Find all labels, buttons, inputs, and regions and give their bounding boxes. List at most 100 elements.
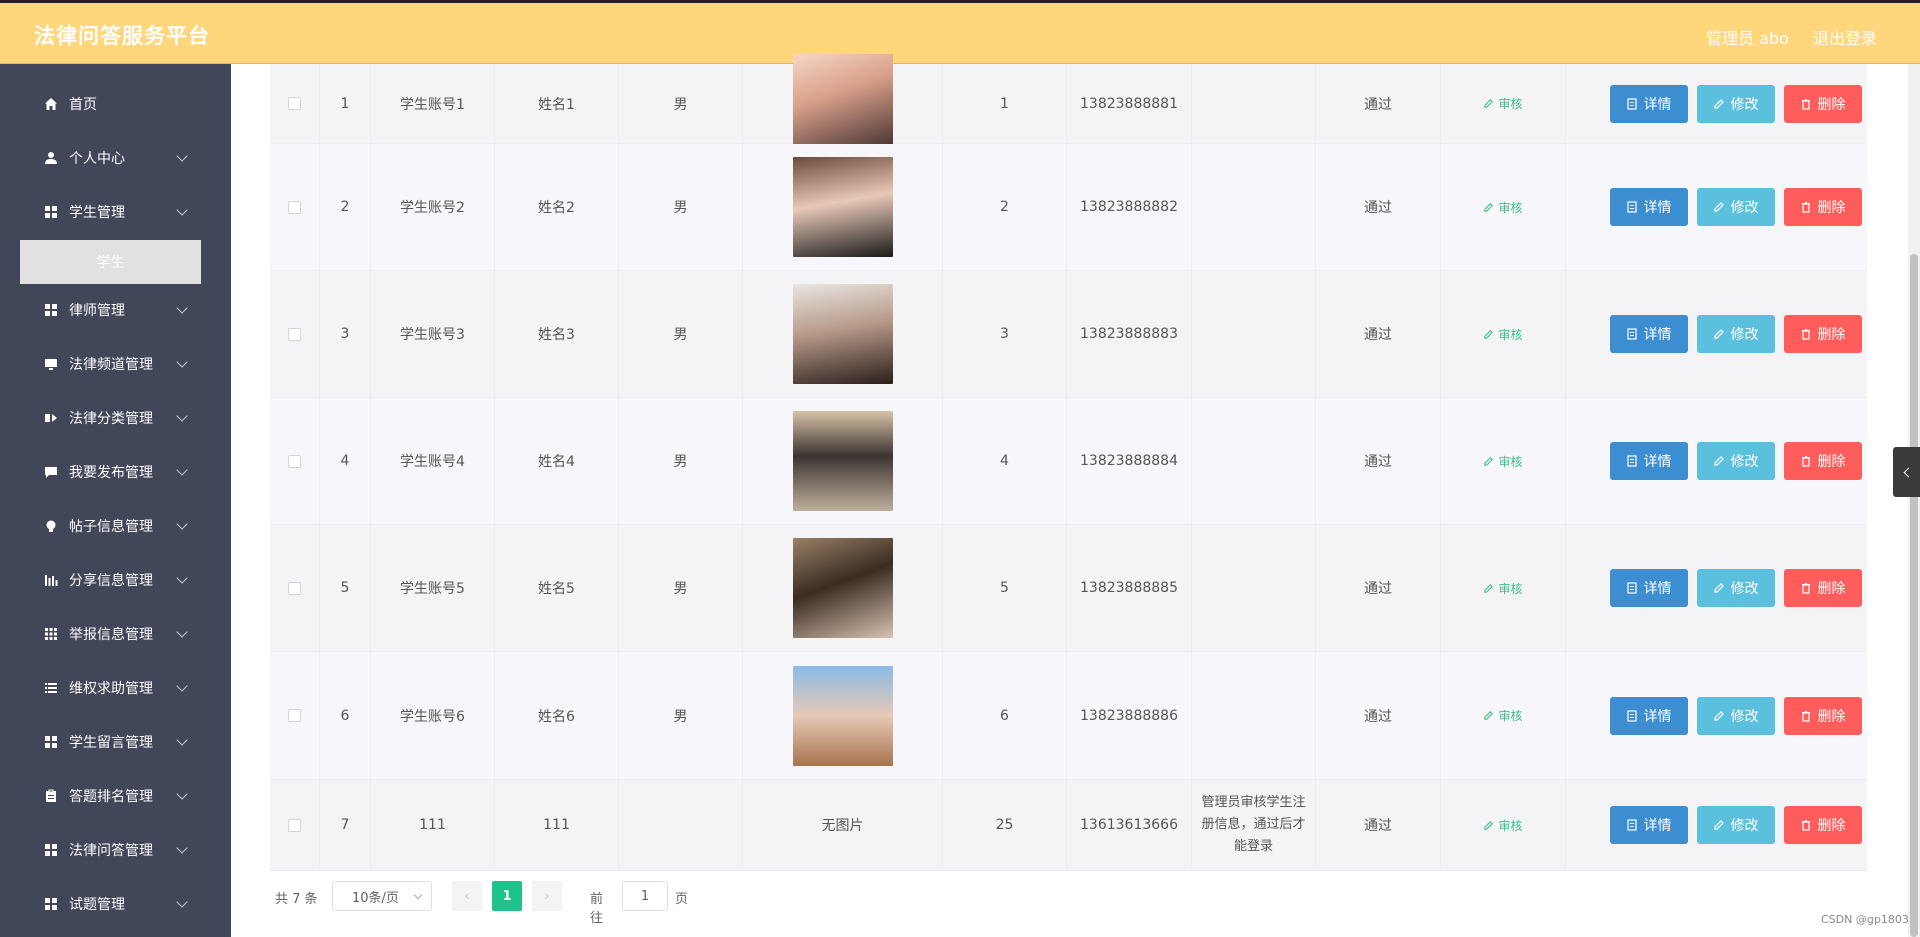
student-phone: 13823888883	[1080, 326, 1178, 342]
trash-icon	[1801, 202, 1810, 213]
delete-button[interactable]: 删除	[1783, 806, 1862, 844]
detail-button-label: 详情	[1643, 818, 1672, 834]
row-checkbox[interactable]	[288, 818, 301, 832]
row-checkbox[interactable]	[288, 200, 301, 214]
audit-link[interactable]: 审核	[1483, 199, 1523, 216]
sidebar-item-label: 帖子信息管理	[69, 519, 153, 535]
sidebar-subitem-student[interactable]: 学生	[20, 240, 201, 284]
student-phone: 13823888881	[1080, 95, 1178, 112]
edit-button[interactable]: 修改	[1696, 84, 1775, 123]
edit-button[interactable]: 修改	[1696, 569, 1775, 607]
row-action-buttons: 详情 修改 删除	[1609, 569, 1870, 607]
audit-link[interactable]: 审核	[1483, 817, 1523, 834]
page-size-select[interactable]: 10条/页	[332, 881, 432, 911]
row-checkbox[interactable]	[288, 709, 301, 722]
delete-button[interactable]: 删除	[1783, 442, 1862, 480]
row-actions-cell: 详情 修改 删除	[1566, 780, 1867, 870]
sidebar-item-posts[interactable]: 帖子信息管理	[0, 506, 231, 546]
trash-icon	[1801, 583, 1810, 594]
detail-button[interactable]: 详情	[1609, 84, 1688, 123]
student-name: 姓名6	[538, 708, 575, 725]
scrollbar-thumb[interactable]	[1910, 254, 1918, 937]
student-photo	[792, 665, 893, 766]
detail-button[interactable]: 详情	[1609, 569, 1688, 607]
vertical-scrollbar[interactable]	[1908, 64, 1920, 937]
sidebar-item-reports[interactable]: 举报信息管理	[0, 614, 231, 654]
audit-link[interactable]: 审核	[1483, 326, 1523, 343]
side-collapse-tab[interactable]	[1893, 447, 1920, 497]
sidebar-item-questions[interactable]: 试题管理	[0, 884, 231, 924]
detail-button[interactable]: 详情	[1609, 315, 1688, 353]
total-count: 共 7 条	[275, 892, 318, 907]
table-row: 3 学生账号3 姓名3 男 3 13823888883 通过 审核 详情 修改 删除	[270, 271, 1867, 398]
sidebar-item-quiz-ranking[interactable]: 答题排名管理	[0, 776, 231, 816]
student-photo	[792, 284, 893, 384]
detail-button[interactable]: 详情	[1609, 442, 1688, 480]
sidebar-item-student-messages[interactable]: 学生留言管理	[0, 722, 231, 762]
delete-button[interactable]: 删除	[1783, 315, 1862, 353]
detail-button[interactable]: 详情	[1609, 806, 1688, 844]
sidebar-item-lawyers[interactable]: 律师管理	[0, 290, 231, 330]
audit-link[interactable]: 审核	[1483, 580, 1523, 597]
row-checkbox[interactable]	[288, 327, 301, 341]
edit-button[interactable]: 修改	[1696, 188, 1775, 226]
edit-button[interactable]: 修改	[1696, 442, 1775, 480]
row-action-buttons: 详情 修改 删除	[1609, 188, 1870, 226]
audit-link[interactable]: 审核	[1483, 453, 1523, 470]
edit-button-label: 修改	[1730, 200, 1759, 216]
chevron-down-icon	[176, 302, 188, 314]
sidebar-item-rights-help[interactable]: 维权求助管理	[0, 668, 231, 708]
app-title: 法律问答服务平台	[34, 24, 210, 48]
pencil-icon	[1713, 456, 1724, 466]
audit-link-label: 审核	[1498, 818, 1523, 833]
audit-status-cell: 通过	[1316, 780, 1441, 870]
sidebar-item-label: 学生管理	[69, 205, 125, 221]
row-checkbox[interactable]	[288, 454, 301, 468]
student-photo-cell	[743, 271, 943, 397]
edit-button[interactable]: 修改	[1696, 315, 1775, 353]
logout-link[interactable]: 退出登录	[1813, 25, 1877, 49]
goto-prefix: 前往	[590, 892, 604, 926]
student-name: 111	[543, 817, 570, 833]
row-checkbox[interactable]	[288, 97, 301, 110]
delete-button-label: 删除	[1817, 96, 1846, 113]
sidebar-item-publish[interactable]: 我要发布管理	[0, 452, 231, 492]
student-name: 姓名3	[538, 327, 575, 343]
sidebar-item-home[interactable]: 首页	[0, 84, 231, 124]
next-page-button[interactable]: ›	[532, 881, 562, 911]
sidebar-item-students[interactable]: 学生管理	[0, 192, 231, 232]
sidebar-item-legal-qa[interactable]: 法律问答管理	[0, 830, 231, 870]
detail-button[interactable]: 详情	[1609, 696, 1688, 735]
sidebar-item-profile[interactable]: 个人中心	[0, 138, 231, 178]
audit-action-cell: 审核	[1441, 525, 1566, 651]
sidebar: 首页 个人中心 学生管理 学生 律师管理 法律频道管理 法律分类管理 我要发布管…	[0, 64, 231, 937]
delete-button[interactable]: 删除	[1783, 696, 1862, 735]
delete-button[interactable]: 删除	[1783, 569, 1862, 607]
edit-button[interactable]: 修改	[1696, 806, 1775, 844]
edit-button[interactable]: 修改	[1696, 696, 1775, 735]
pencil-icon	[1484, 711, 1494, 720]
goto-page-input[interactable]	[622, 881, 668, 911]
sidebar-item-categories[interactable]: 法律分类管理	[0, 398, 231, 438]
audit-link-label: 审核	[1498, 327, 1523, 342]
prev-page-button[interactable]: ‹	[452, 881, 482, 911]
audit-link[interactable]: 审核	[1483, 95, 1523, 112]
page-button-current[interactable]: 1	[492, 881, 522, 911]
detail-button[interactable]: 详情	[1609, 188, 1688, 226]
audit-action-cell: 审核	[1441, 144, 1566, 270]
row-index: 3	[340, 326, 350, 342]
row-checkbox[interactable]	[288, 581, 301, 595]
sidebar-item-shares[interactable]: 分享信息管理	[0, 560, 231, 600]
edit-button-label: 修改	[1730, 327, 1759, 343]
student-gender-cell: 男	[619, 525, 743, 651]
delete-button[interactable]: 删除	[1783, 84, 1862, 123]
delete-button[interactable]: 删除	[1783, 188, 1862, 226]
watermark: CSDN @gp1803	[1821, 913, 1909, 926]
row-actions-cell: 详情 修改 删除	[1566, 398, 1867, 524]
chevron-down-icon	[176, 356, 188, 368]
audit-link[interactable]: 审核	[1483, 707, 1523, 724]
student-account: 学生账号2	[400, 200, 465, 216]
sidebar-item-channels[interactable]: 法律频道管理	[0, 344, 231, 384]
student-gender: 男	[673, 454, 688, 470]
student-name-cell: 姓名4	[495, 398, 619, 524]
